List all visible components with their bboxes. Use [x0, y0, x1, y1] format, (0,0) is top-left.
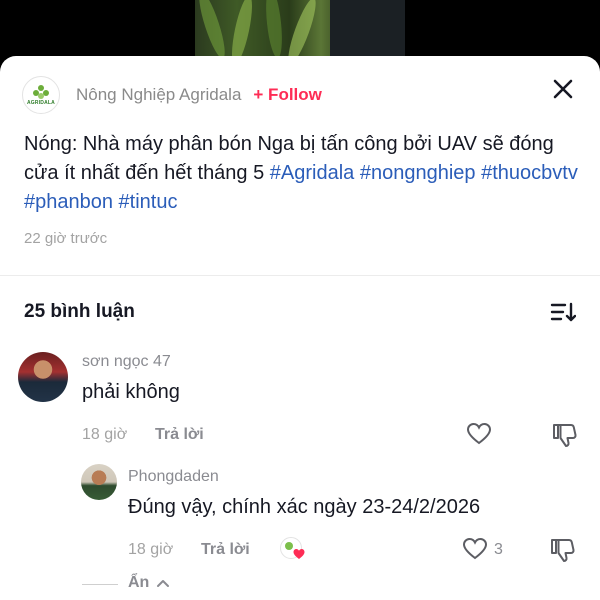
- comment-author[interactable]: sơn ngọc 47: [82, 353, 171, 371]
- hashtag[interactable]: #tintuc: [119, 191, 178, 213]
- comment-time: 18 giờ: [82, 426, 128, 443]
- reply-avatar[interactable]: [81, 464, 117, 500]
- dislike-icon[interactable]: [550, 537, 576, 563]
- chevron-up-icon[interactable]: [156, 577, 170, 591]
- reply-text: Đúng vậy, chính xác ngày 23-24/2/2026: [128, 496, 481, 518]
- heart-outline-icon[interactable]: [462, 537, 488, 561]
- close-icon[interactable]: [552, 78, 574, 100]
- agridala-logo-icon: [33, 84, 49, 99]
- follow-button[interactable]: + Follow: [253, 85, 321, 105]
- post-header: AGRIDALA Nông Nghiệp Agridala + Follow: [22, 76, 322, 114]
- hashtag[interactable]: #nongnghiep: [360, 162, 476, 184]
- divider: [0, 275, 600, 276]
- commenter-avatar[interactable]: [18, 352, 68, 402]
- hashtag[interactable]: #thuocbvtv: [481, 162, 578, 184]
- post-caption: Nóng: Nhà máy phân bón Nga bị tấn công b…: [24, 130, 584, 217]
- reply-button[interactable]: Trả lời: [201, 541, 250, 559]
- creator-liked-badge: [280, 537, 305, 559]
- post-time: 22 giờ trước: [24, 230, 108, 247]
- reply-time: 18 giờ: [128, 541, 174, 558]
- heart-outline-icon[interactable]: [466, 422, 492, 446]
- reply-author[interactable]: Phongdaden: [128, 468, 219, 486]
- account-avatar[interactable]: AGRIDALA: [22, 76, 60, 114]
- hashtag[interactable]: #phanbon: [24, 191, 113, 213]
- sort-icon[interactable]: [550, 300, 576, 324]
- comments-sheet: AGRIDALA Nông Nghiệp Agridala + Follow N…: [0, 56, 600, 600]
- hide-divider: [82, 584, 118, 585]
- hide-replies-button[interactable]: Ẩn: [128, 574, 149, 592]
- account-name[interactable]: Nông Nghiệp Agridala: [76, 85, 241, 105]
- reply-button[interactable]: Trả lời: [155, 426, 204, 444]
- hashtag[interactable]: #Agridala: [270, 162, 355, 184]
- comment-text: phải không: [82, 381, 180, 403]
- dislike-icon[interactable]: [552, 422, 578, 448]
- like-count: 3: [494, 541, 503, 558]
- comment-count: 25 bình luận: [24, 301, 135, 322]
- heart-icon: [293, 549, 305, 559]
- logo-text: AGRIDALA: [27, 99, 55, 106]
